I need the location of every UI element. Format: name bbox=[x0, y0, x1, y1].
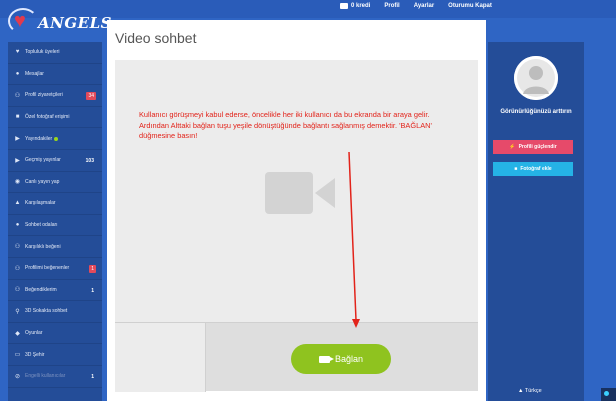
rooms-icon: ● bbox=[15, 222, 20, 229]
heart-icon: ♥ bbox=[15, 49, 20, 56]
credits-link[interactable]: 0 kredi bbox=[340, 3, 370, 9]
top-nav: 0 kredi Profil Ayarlar Oturumu Kapat bbox=[340, 3, 492, 9]
wallet-icon bbox=[340, 3, 348, 9]
users-icon: ⚇ bbox=[14, 92, 21, 99]
logo-text: ANGELS bbox=[38, 14, 112, 32]
blocked-count: 1 bbox=[91, 373, 94, 380]
profile-link[interactable]: Profil bbox=[384, 3, 399, 9]
chat-icon: ● bbox=[15, 70, 20, 77]
sidebar-item-mutual-likes[interactable]: ⚇ Karşılıklı beğeni bbox=[8, 236, 102, 258]
sidebar-item-games[interactable]: ◆ Oyunlar bbox=[8, 323, 102, 345]
likers-icon: ⚇ bbox=[14, 265, 21, 272]
online-dot bbox=[54, 136, 59, 141]
boost-profile-button[interactable]: ⚡ Profili güçlendir bbox=[493, 140, 573, 154]
eye-icon: ◉ bbox=[14, 179, 21, 186]
sidebar-item-likers[interactable]: ⚇ Profilimi beğenenler 1 bbox=[8, 258, 102, 280]
bolt-icon: ⚡ bbox=[509, 144, 516, 150]
site-logo[interactable]: ♥ ANGELS bbox=[8, 8, 111, 38]
avatar[interactable] bbox=[514, 56, 558, 100]
caret-up-icon: ▲ bbox=[518, 388, 524, 394]
sidebar-item-go-live[interactable]: ◉ Canlı yayın yap bbox=[8, 172, 102, 194]
sidebar-item-visitors[interactable]: ⚇ Profil ziyaretçileri 34 bbox=[8, 85, 102, 107]
settings-link[interactable]: Ayarlar bbox=[414, 3, 434, 9]
sidebar-item-matches[interactable]: ▲ Karşılaşmalar bbox=[8, 193, 102, 215]
flame-icon: ▲ bbox=[14, 200, 21, 207]
gamepad-icon: ◆ bbox=[15, 330, 20, 337]
mutual-icon: ⚇ bbox=[14, 244, 21, 251]
liked-count: 1 bbox=[91, 287, 94, 294]
sidebar-item-messages[interactable]: ● Mesajlar bbox=[8, 64, 102, 86]
sidebar-item-private-photo[interactable]: ■ Özel fotoğraf erişimi bbox=[8, 107, 102, 129]
right-panel: Görünürlüğünüzü arttırın ⚡ Profili güçle… bbox=[488, 42, 584, 401]
sidebar-item-blocked[interactable]: ⊘ Engelli kullanıcılar 1 bbox=[8, 366, 102, 388]
visitors-badge: 34 bbox=[86, 92, 96, 101]
video-icon: ▶ bbox=[15, 157, 20, 164]
user-silhouette-icon bbox=[514, 56, 558, 100]
sidebar-item-liked[interactable]: ⚇ Beğendiklerim 1 bbox=[8, 280, 102, 302]
chat-widget[interactable] bbox=[601, 388, 616, 401]
liked-icon: ⚇ bbox=[14, 287, 21, 294]
video-icon: ▶ bbox=[15, 136, 20, 143]
likers-badge: 1 bbox=[89, 264, 96, 273]
sidebar-item-past-streams[interactable]: ▶ Geçmiş yayınlar 103 bbox=[8, 150, 102, 172]
heart-logo-icon: ♥ bbox=[14, 10, 26, 32]
main-panel: Video sohbet Bağlan Kullanıcı görüşmeyi … bbox=[107, 20, 486, 401]
logout-link[interactable]: Oturumu Kapat bbox=[448, 3, 492, 9]
sidebar-item-chat-rooms[interactable]: ● Sohbet odaları bbox=[8, 215, 102, 237]
annotation-arrow bbox=[348, 151, 360, 328]
visibility-text: Görünürlüğünüzü arttırın bbox=[500, 109, 572, 115]
sidebar: ♥ Topluluk üyeleri ● Mesajlar ⚇ Profil ziya… bbox=[8, 42, 102, 401]
add-photo-button[interactable]: ■ Fotoğraf ekle bbox=[493, 162, 573, 176]
language-selector[interactable]: ▲ Türkçe bbox=[518, 388, 542, 394]
sidebar-item-live[interactable]: ▶ Yayındakiler bbox=[8, 128, 102, 150]
sidebar-item-3d-city[interactable]: ▭ 3D Şehir bbox=[8, 344, 102, 366]
sidebar-item-community[interactable]: ♥ Topluluk üyeleri bbox=[8, 42, 102, 64]
city-icon: ▭ bbox=[14, 352, 21, 359]
past-streams-count: 103 bbox=[85, 157, 94, 164]
block-icon: ⊘ bbox=[14, 373, 21, 380]
sidebar-item-3d-street[interactable]: ⚲ 3D Sokakta sohbet bbox=[8, 301, 102, 323]
pin-icon: ⚲ bbox=[15, 308, 20, 315]
camera-icon: ■ bbox=[514, 166, 518, 172]
camera-icon: ■ bbox=[15, 114, 20, 121]
